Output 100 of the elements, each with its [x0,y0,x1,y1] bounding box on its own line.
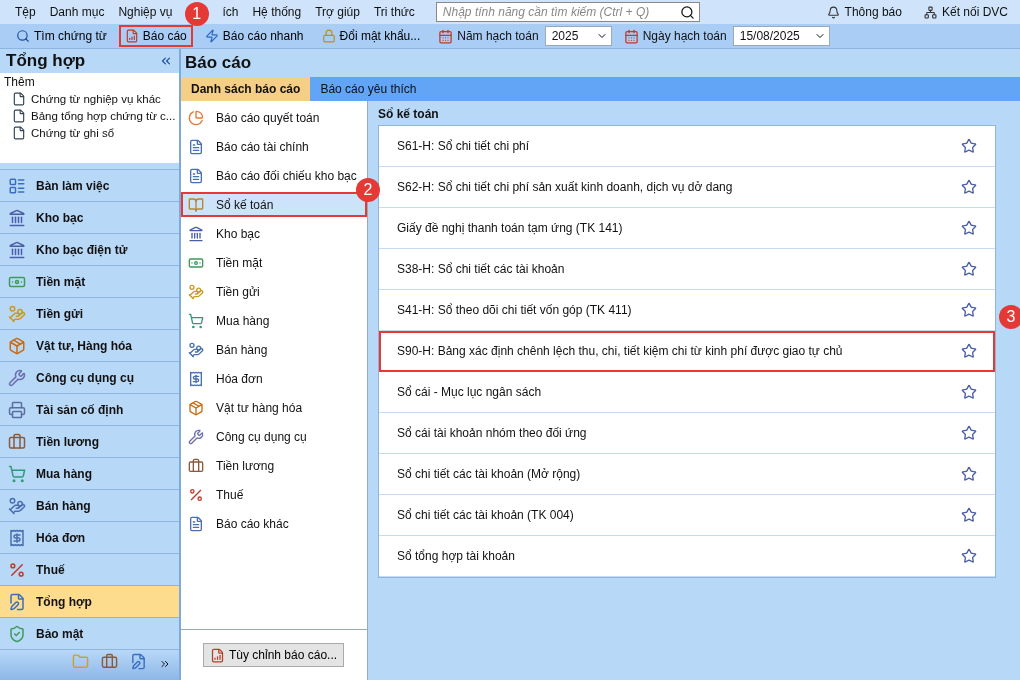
category-item[interactable]: Tiền gửi [181,279,367,304]
calendar-icon [623,28,639,44]
report-row[interactable]: S41-H: Sổ theo dõi chi tiết vốn góp (TK 411) [379,290,995,331]
report-icon [210,647,225,663]
wrench-icon [188,428,204,445]
report-row[interactable]: S38-H: Sổ chi tiết các tài khoản [379,249,995,290]
bank-icon [8,208,26,227]
toolbar-button[interactable]: Báo cáo nhanh [198,25,310,47]
category-item[interactable]: Vật tư hàng hóa [181,395,367,420]
briefcase-icon[interactable] [101,653,118,670]
year-select[interactable]: 2025 [544,26,612,46]
menu-item[interactable]: Nghiệp vụ [111,5,180,19]
percent-icon [188,486,204,503]
hand-coins-icon [8,496,26,515]
cart-icon [188,312,204,329]
tab[interactable]: Danh sách báo cáo [181,77,311,101]
section-title: Sổ kế toán [378,107,440,123]
shortcut-item[interactable]: Chứng từ ghi sổ [4,126,175,140]
date-field[interactable]: 15/08/2025 [732,26,830,46]
tab[interactable]: Báo cáo yêu thích [310,77,427,101]
report-row[interactable]: Sổ cái - Mục lục ngân sách [379,372,995,413]
report-row[interactable]: S90-H: Bảng xác định chênh lệch thu, chi, tiết kiệm chi từ kinh phí được giao tự chủ [379,331,995,372]
shortcut-item[interactable]: Chứng từ nghiệp vụ khác [4,92,175,106]
document-icon [12,92,26,106]
star-icon[interactable] [961,138,977,154]
hand-coins-icon [8,304,26,323]
shortcut-item[interactable]: Bảng tổng hợp chứng từ c... [4,109,175,123]
report-row[interactable]: Giấy đề nghị thanh toán tạm ứng (TK 141) [379,208,995,249]
star-icon[interactable] [961,507,977,523]
category-item[interactable]: Công cụ dụng cụ [181,424,367,449]
category-item[interactable]: Báo cáo khác [181,511,367,536]
star-icon[interactable] [961,384,977,400]
customize-button[interactable]: Tùy chỉnh báo cáo... [203,643,345,667]
menu-item[interactable]: ích [215,5,246,19]
star-icon[interactable] [961,302,977,318]
star-icon[interactable] [961,261,977,277]
menu-item[interactable]: Danh mục [42,5,112,19]
star-icon[interactable] [961,343,977,359]
category-item[interactable]: Tiền lương [181,453,367,478]
category-item[interactable]: Kho bạc [181,221,367,246]
package-icon [188,399,204,416]
star-icon[interactable] [961,425,977,441]
book-icon [188,196,204,213]
toolbar-button[interactable]: Đổi mật khẩu... [315,25,427,47]
report-row[interactable]: Sổ tổng hợp tài khoản [379,536,995,577]
category-item[interactable]: Báo cáo quyết toán [181,105,367,130]
report-title: Sổ chi tiết các tài khoản (Mở rộng) [397,467,581,481]
report-title: Sổ chi tiết các tài khoản (TK 004) [397,508,574,522]
lightning-icon [204,29,219,43]
wrench-icon [8,368,26,387]
more-icon[interactable] [159,658,171,670]
collapse-icon[interactable] [159,54,173,68]
file-pen-icon [8,592,26,611]
star-icon[interactable] [961,548,977,564]
calendar-icon [438,28,454,44]
bank-icon [8,240,26,259]
star-icon[interactable] [961,466,977,482]
nav-item[interactable]: Tổng hợp [0,585,179,617]
category-item[interactable]: Mua hàng [181,308,367,333]
search-icon[interactable] [679,4,695,20]
menu-item[interactable]: Trợ giúp [308,5,367,19]
toolbar-link[interactable]: Kết nối DVC [923,5,1008,19]
printer-icon [8,400,26,419]
year-label: Năm hạch toán [438,28,539,44]
toolbar-button[interactable]: Báo cáo [118,25,193,47]
lock-icon [321,29,336,43]
category-item[interactable]: Thuế [181,482,367,507]
document-icon [12,109,26,123]
report-title: S62-H: Sổ chi tiết chi phí sản xuất kinh doanh, dịch vụ dở dang [397,180,733,194]
hand-coins-icon [188,283,204,300]
report-title: S38-H: Sổ chi tiết các tài khoản [397,262,565,276]
star-icon[interactable] [961,220,977,236]
receipt-icon [8,528,26,547]
search-field[interactable]: Nhập tính năng cần tìm kiếm (Ctrl + Q) [435,2,700,22]
percent-icon [8,560,26,579]
bell-icon [826,5,840,19]
pie-chart-icon [188,109,204,126]
menu-item[interactable]: Tệp [8,5,43,19]
report-row[interactable]: S62-H: Sổ chi tiết chi phí sản xuất kinh doanh, dịch vụ dở dang [379,167,995,208]
menu-item[interactable]: Tri thức [366,5,422,19]
category-item[interactable]: Báo cáo tài chính [181,134,367,159]
category-item[interactable]: Bán hàng [181,337,367,362]
report-row[interactable]: Sổ chi tiết các tài khoản (TK 004) [379,495,995,536]
report-title: S41-H: Sổ theo dõi chi tiết vốn góp (TK 411) [397,303,632,317]
report-row[interactable]: Sổ cái tài khoản nhóm theo đối ứng [379,413,995,454]
report-title: S90-H: Bảng xác định chênh lệch thu, chi, tiết kiệm chi từ kinh phí được giao tự chủ [397,344,843,358]
hand-coins-icon [188,341,204,358]
report-row[interactable]: Sổ chi tiết các tài khoản (Mở rộng) [379,454,995,495]
file-pen-icon[interactable] [130,653,147,670]
page-title: Báo cáo [184,52,253,74]
briefcase-icon [8,432,26,451]
document-icon [188,167,204,184]
report-title: Sổ cái tài khoản nhóm theo đối ứng [397,426,587,440]
category-item[interactable]: Hóa đơn [181,366,367,391]
star-icon[interactable] [961,179,977,195]
toolbar-button[interactable]: Tìm chứng từ [10,25,113,47]
category-item[interactable]: Tiền mặt [181,250,367,275]
report-row[interactable]: S61-H: Sổ chi tiết chi phí [379,126,995,167]
menu-item[interactable]: Hệ thống [245,5,309,19]
toolbar-link[interactable]: Thông báo [826,5,902,19]
